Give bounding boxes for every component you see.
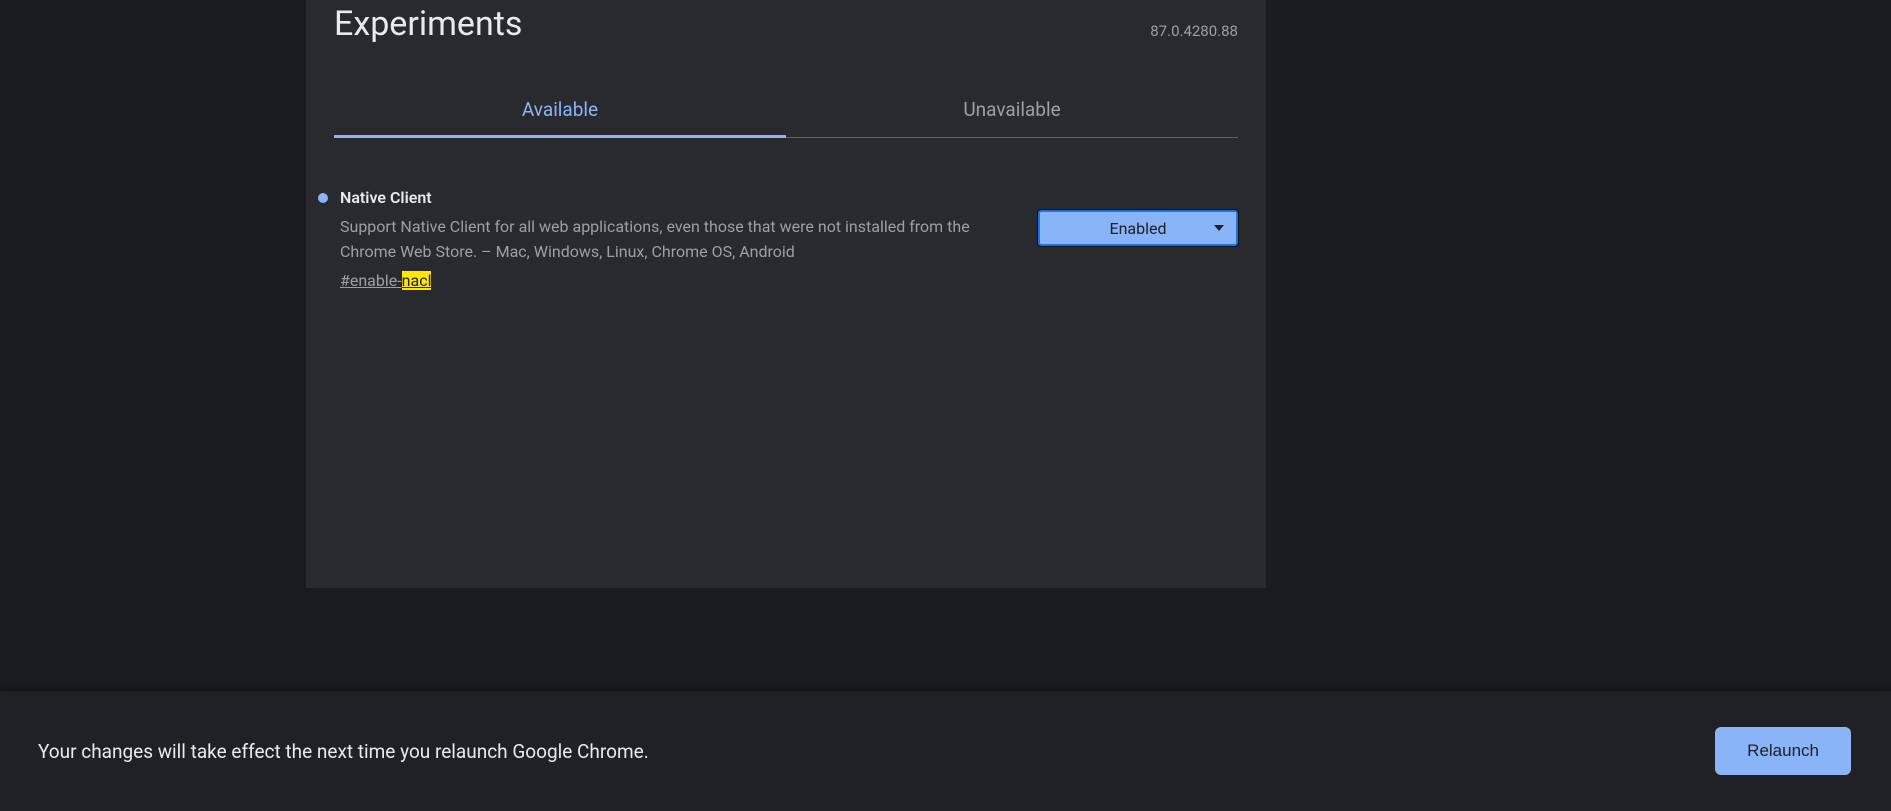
flag-row: Native Client Support Native Client for …: [306, 138, 1266, 290]
modified-dot-icon: [318, 193, 328, 203]
flag-info: Native Client Support Native Client for …: [318, 188, 1008, 290]
version-label: 87.0.4280.88: [1150, 22, 1238, 40]
restart-message: Your changes will take effect the next t…: [38, 740, 649, 763]
relaunch-button[interactable]: Relaunch: [1715, 727, 1851, 775]
flag-state-value: Enabled: [1109, 219, 1166, 238]
flag-title: Native Client: [340, 188, 1008, 207]
flag-permalink-highlight: nacl: [402, 271, 432, 290]
header-row: Experiments 87.0.4280.88: [306, 0, 1266, 44]
flag-state-select[interactable]: Enabled: [1038, 210, 1238, 246]
experiments-panel: Experiments 87.0.4280.88 Available Unava…: [306, 0, 1266, 588]
flag-control: Enabled: [1038, 188, 1238, 290]
flag-description: Support Native Client for all web applic…: [340, 215, 1008, 265]
flag-permalink-prefix: #enable-: [340, 271, 402, 290]
restart-footer: Your changes will take effect the next t…: [0, 691, 1891, 811]
tab-unavailable[interactable]: Unavailable: [786, 84, 1238, 137]
page-title: Experiments: [334, 4, 522, 44]
flag-permalink[interactable]: #enable-nacl: [340, 271, 431, 290]
tab-available[interactable]: Available: [334, 84, 786, 138]
tabs: Available Unavailable: [334, 84, 1238, 138]
chevron-down-icon: [1214, 225, 1224, 231]
